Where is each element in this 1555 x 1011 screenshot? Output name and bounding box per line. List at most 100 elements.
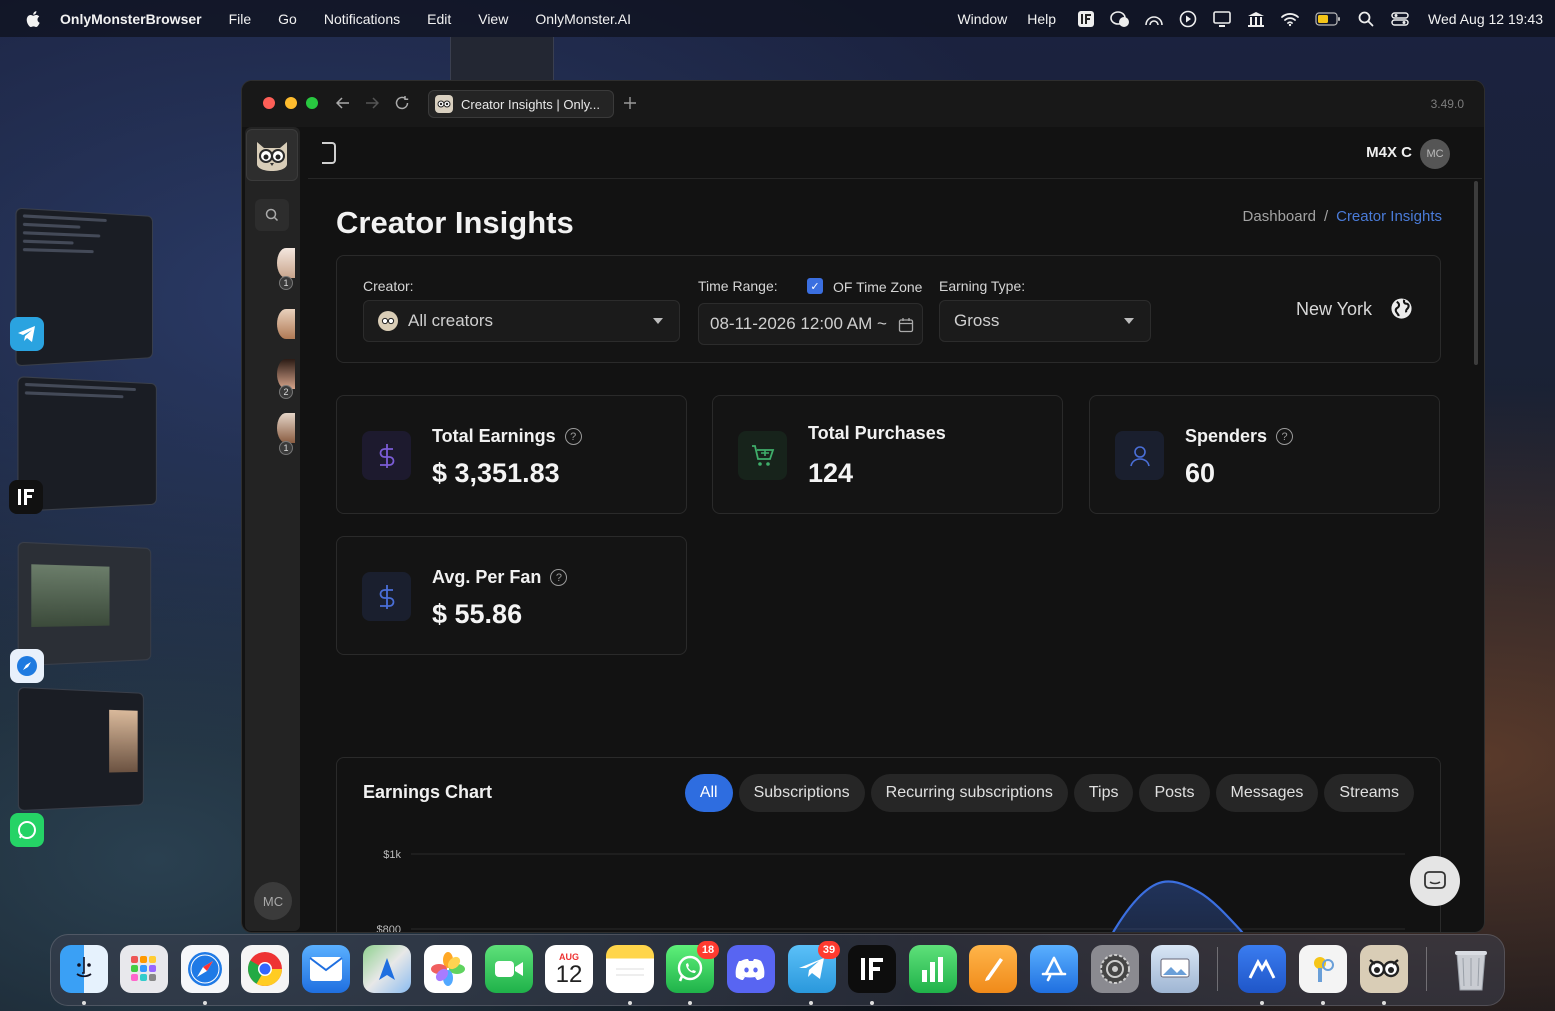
forward-arrow-icon[interactable] bbox=[362, 93, 382, 113]
maps-icon[interactable] bbox=[363, 945, 411, 993]
mail-icon[interactable] bbox=[302, 945, 350, 993]
whatsapp-stage-icon[interactable] bbox=[10, 813, 44, 847]
new-tab-plus-icon[interactable] bbox=[620, 93, 640, 113]
browser-tab[interactable]: Creator Insights | Only... bbox=[428, 90, 614, 118]
safari-icon[interactable] bbox=[181, 945, 229, 993]
control-center-icon[interactable] bbox=[1390, 9, 1410, 29]
menu-help[interactable]: Help bbox=[1027, 11, 1056, 27]
earning-type-select[interactable]: Gross bbox=[939, 300, 1151, 342]
help-icon[interactable]: ? bbox=[550, 569, 568, 586]
launchpad-icon[interactable] bbox=[120, 945, 168, 993]
menu-window[interactable]: Window bbox=[957, 11, 1007, 27]
sidebar-user-avatar[interactable]: MC bbox=[254, 882, 292, 920]
menu-go[interactable]: Go bbox=[278, 11, 297, 27]
close-window-button[interactable] bbox=[263, 97, 275, 109]
sidebar-creator-2[interactable] bbox=[269, 305, 299, 345]
maximize-window-button[interactable] bbox=[306, 97, 318, 109]
system-settings-icon[interactable] bbox=[1091, 945, 1139, 993]
creator-badge: 2 bbox=[279, 385, 293, 399]
calendar-icon[interactable]: AUG 12 bbox=[545, 945, 593, 993]
stage-window-3[interactable] bbox=[17, 541, 152, 667]
calendar-icon[interactable] bbox=[898, 317, 914, 333]
stat-card-spenders: Spenders? 60 bbox=[1089, 395, 1440, 514]
keychain-icon[interactable] bbox=[1299, 945, 1347, 993]
app-version: 3.49.0 bbox=[1430, 97, 1464, 111]
menu-notifications[interactable]: Notifications bbox=[324, 11, 400, 27]
telegram-stage-icon[interactable] bbox=[10, 317, 44, 351]
help-icon[interactable]: ? bbox=[1276, 428, 1294, 445]
notes-icon[interactable] bbox=[606, 945, 654, 993]
app-name-menu[interactable]: OnlyMonsterBrowser bbox=[60, 11, 202, 27]
stage-window-4[interactable] bbox=[17, 686, 144, 812]
menu-bar-clock[interactable]: Wed Aug 12 19:43 bbox=[1428, 11, 1543, 27]
safari-running-dot bbox=[203, 1001, 207, 1005]
preview-icon[interactable] bbox=[1151, 945, 1199, 993]
menu-edit[interactable]: Edit bbox=[427, 11, 451, 27]
app-store-icon[interactable] bbox=[1030, 945, 1078, 993]
menu-onlymonster-ai[interactable]: OnlyMonster.AI bbox=[535, 11, 631, 27]
safari-stage-icon[interactable] bbox=[10, 649, 44, 683]
menu-view[interactable]: View bbox=[478, 11, 508, 27]
menu-file[interactable]: File bbox=[229, 11, 252, 27]
battery-icon[interactable] bbox=[1314, 9, 1342, 29]
numbers-icon[interactable] bbox=[909, 945, 957, 993]
if-app-icon[interactable] bbox=[848, 945, 896, 993]
finder-running-dot bbox=[82, 1001, 86, 1005]
chrome-icon[interactable] bbox=[241, 945, 289, 993]
notes-running-dot bbox=[628, 1001, 632, 1005]
breadcrumb-dashboard[interactable]: Dashboard bbox=[1243, 208, 1316, 225]
stat-value: $ 3,351.83 bbox=[432, 458, 560, 488]
reload-icon[interactable] bbox=[392, 93, 412, 113]
owl-app-icon[interactable] bbox=[1360, 945, 1408, 993]
of-timezone-label[interactable]: OF Time Zone bbox=[833, 279, 922, 295]
photos-icon[interactable] bbox=[424, 945, 472, 993]
scrollbar-thumb[interactable] bbox=[1474, 181, 1478, 365]
whatsapp-running-dot bbox=[688, 1001, 692, 1005]
help-icon[interactable]: ? bbox=[564, 428, 582, 445]
creator-owl-icon bbox=[378, 311, 398, 331]
y-tick-label: $800 bbox=[377, 924, 401, 932]
y-tick-label: $1k bbox=[383, 849, 401, 861]
wifi-icon[interactable] bbox=[1280, 9, 1300, 29]
monster-browser-alt-icon[interactable] bbox=[1238, 945, 1286, 993]
chat-support-button[interactable] bbox=[1410, 856, 1460, 906]
bank-tray-icon[interactable] bbox=[1246, 9, 1266, 29]
sidebar-creator-4[interactable]: 1 bbox=[269, 413, 299, 457]
stat-title: Spenders? bbox=[1185, 426, 1294, 447]
top-bar: M4X C MC bbox=[308, 127, 1482, 179]
sidebar-creator-1[interactable]: 1 bbox=[269, 248, 299, 292]
facetime-icon[interactable] bbox=[485, 945, 533, 993]
earnings-chart[interactable]: $1k$800$600 bbox=[337, 758, 1442, 932]
earnings-chart-card: Earnings Chart All Subscriptions Recurri… bbox=[336, 757, 1441, 932]
creator-select[interactable]: All creators bbox=[363, 300, 680, 342]
user-avatar[interactable]: MC bbox=[1420, 139, 1450, 169]
globe-icon[interactable] bbox=[1390, 297, 1413, 320]
finder-icon[interactable] bbox=[60, 945, 108, 993]
play-tray-icon[interactable] bbox=[1178, 9, 1198, 29]
creator-avatar bbox=[277, 248, 295, 278]
rainbow-tray-icon[interactable] bbox=[1144, 9, 1164, 29]
discord-icon[interactable] bbox=[727, 945, 775, 993]
sidebar-search-icon[interactable] bbox=[255, 199, 289, 231]
spotlight-search-icon[interactable] bbox=[1356, 9, 1376, 29]
dock-separator bbox=[1217, 947, 1218, 991]
creator-label: Creator: bbox=[363, 278, 414, 294]
owl-app-running-dot bbox=[1382, 1001, 1386, 1005]
sidebar-creator-3[interactable]: 2 bbox=[269, 359, 299, 403]
minimize-window-button[interactable] bbox=[285, 97, 297, 109]
display-tray-icon[interactable] bbox=[1212, 9, 1232, 29]
of-timezone-checkbox[interactable]: ✓ bbox=[807, 278, 823, 294]
apple-icon[interactable] bbox=[24, 9, 44, 29]
if-tray-icon[interactable] bbox=[1076, 9, 1096, 29]
trash-icon[interactable] bbox=[1447, 945, 1495, 993]
wechat-tray-icon[interactable] bbox=[1110, 9, 1130, 29]
time-range-picker[interactable]: 08-11-2026 12:00 AM ~ bbox=[698, 303, 923, 345]
cart-icon bbox=[738, 431, 787, 480]
sidebar-collapse-icon[interactable] bbox=[322, 142, 336, 164]
back-arrow-icon[interactable] bbox=[333, 93, 353, 113]
if-stage-icon[interactable] bbox=[9, 480, 43, 514]
user-name[interactable]: M4X C bbox=[1366, 144, 1412, 161]
pages-icon[interactable] bbox=[969, 945, 1017, 993]
owl-logo-icon[interactable] bbox=[246, 129, 298, 181]
stat-value: 60 bbox=[1185, 458, 1216, 488]
